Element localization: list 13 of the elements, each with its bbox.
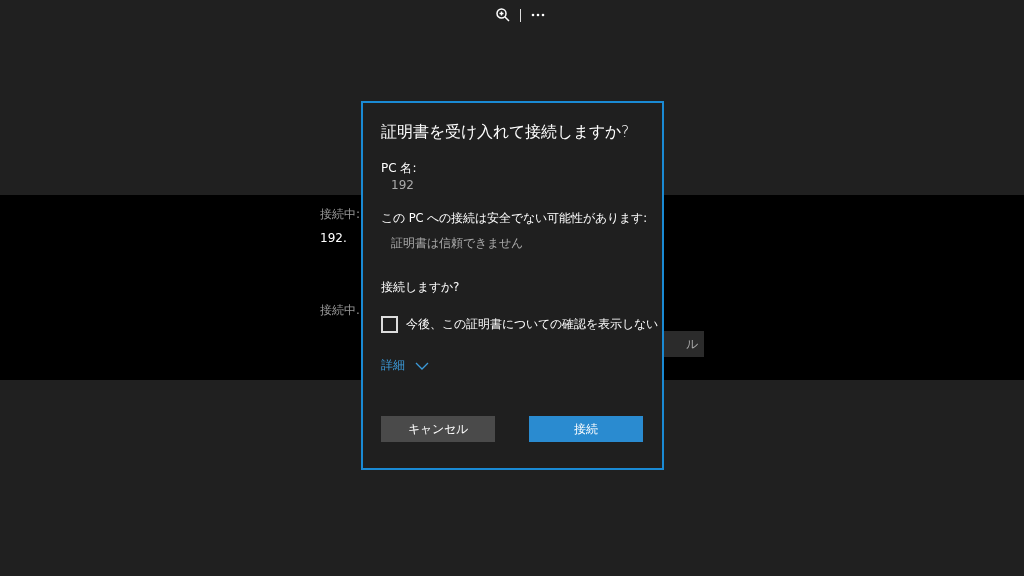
address-text: 192.: [320, 230, 347, 246]
details-link[interactable]: 詳細: [381, 357, 405, 374]
checkbox-label[interactable]: 今後、この証明書についての確認を表示しない: [406, 317, 658, 332]
status-label: 接続中:: [320, 206, 361, 222]
question-text: 接続しますか?: [381, 279, 461, 295]
cancel-button[interactable]: キャンセル: [381, 416, 495, 442]
pc-name-value: 192: [390, 178, 415, 192]
warning-label: この PC への接続は安全でない可能性があります:: [381, 210, 644, 226]
connect-button[interactable]: 接続: [529, 416, 643, 442]
warning-detail: 証明書は信頼できません: [390, 235, 524, 252]
dialog-title: 証明書を受け入れて接続しますか?: [381, 122, 631, 143]
pc-name-label: PC 名:: [381, 160, 418, 176]
progress-label: 接続中..: [320, 302, 364, 318]
